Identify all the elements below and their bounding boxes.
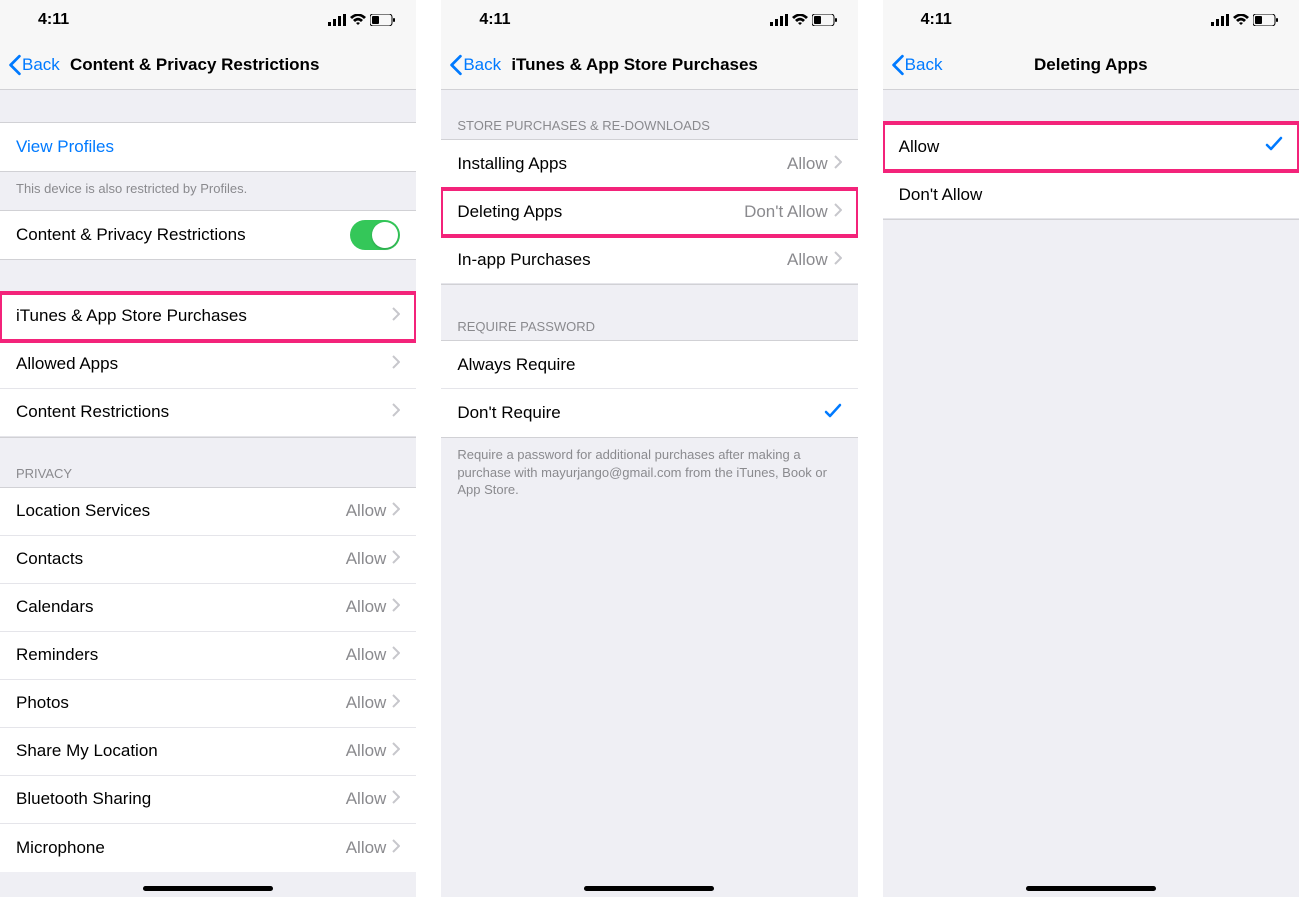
chevron-right-icon [392, 549, 400, 569]
dont-allow-row[interactable]: Don't Allow [883, 171, 1299, 219]
screen-content-privacy: 4:11 Back Content & Privacy Restrictions… [0, 0, 416, 897]
share-location-row[interactable]: Share My LocationAllow [0, 728, 416, 776]
toggle-switch-icon[interactable] [350, 220, 400, 250]
back-button[interactable]: Back [883, 54, 943, 76]
status-bar: 4:11 [441, 0, 857, 40]
screen-itunes-appstore: 4:11 Back iTunes & App Store Purchases S… [441, 0, 857, 897]
back-label: Back [22, 55, 60, 75]
require-list: Always Require Don't Require [441, 340, 857, 438]
always-require-row[interactable]: Always Require [441, 341, 857, 389]
content-area: View Profiles This device is also restri… [0, 90, 416, 897]
cellular-signal-icon [1211, 14, 1229, 26]
profiles-list: View Profiles [0, 122, 416, 172]
chevron-right-icon [834, 154, 842, 174]
privacy-list: Location ServicesAllow ContactsAllow Cal… [0, 487, 416, 872]
chevron-right-icon [392, 741, 400, 761]
allowed-apps-row[interactable]: Allowed Apps [0, 341, 416, 389]
chevron-right-icon [392, 402, 400, 422]
restrictions-toggle-row[interactable]: Content & Privacy Restrictions [0, 211, 416, 259]
installing-apps-row[interactable]: Installing AppsAllow [441, 140, 857, 188]
status-bar: 4:11 [883, 0, 1299, 40]
status-time: 4:11 [461, 11, 510, 29]
chevron-left-icon [8, 54, 22, 76]
battery-icon [812, 14, 838, 26]
main-list: iTunes & App Store Purchases Allowed App… [0, 292, 416, 438]
store-list: Installing AppsAllow Deleting AppsDon't … [441, 139, 857, 285]
content-area: Allow Don't Allow [883, 90, 1299, 897]
battery-icon [370, 14, 396, 26]
home-indicator[interactable] [584, 886, 714, 891]
chevron-right-icon [392, 838, 400, 858]
inapp-purchases-row[interactable]: In-app PurchasesAllow [441, 236, 857, 284]
chevron-right-icon [392, 306, 400, 326]
home-indicator[interactable] [1026, 886, 1156, 891]
checkmark-icon [1265, 136, 1283, 157]
chevron-right-icon [392, 693, 400, 713]
dont-require-row[interactable]: Don't Require [441, 389, 857, 437]
chevron-right-icon [834, 250, 842, 270]
toggle-list: Content & Privacy Restrictions [0, 210, 416, 260]
row-label: Content Restrictions [16, 402, 392, 422]
wifi-icon [1233, 14, 1249, 26]
contacts-row[interactable]: ContactsAllow [0, 536, 416, 584]
back-button[interactable]: Back [0, 54, 60, 76]
microphone-row[interactable]: MicrophoneAllow [0, 824, 416, 872]
allow-row[interactable]: Allow [883, 123, 1299, 171]
nav-title: Deleting Apps [883, 55, 1299, 75]
battery-icon [1253, 14, 1279, 26]
chevron-right-icon [392, 645, 400, 665]
deleting-apps-row[interactable]: Deleting AppsDon't Allow [441, 188, 857, 236]
location-services-row[interactable]: Location ServicesAllow [0, 488, 416, 536]
chevron-left-icon [449, 54, 463, 76]
back-label: Back [905, 55, 943, 75]
status-time: 4:11 [20, 11, 69, 29]
chevron-right-icon [392, 501, 400, 521]
require-header: Require Password [441, 285, 857, 340]
home-indicator[interactable] [143, 886, 273, 891]
bluetooth-sharing-row[interactable]: Bluetooth SharingAllow [0, 776, 416, 824]
status-icons [770, 14, 838, 26]
chevron-left-icon [891, 54, 905, 76]
checkmark-icon [824, 403, 842, 424]
status-icons [328, 14, 396, 26]
screen-deleting-apps: 4:11 Back Deleting Apps Allow Don't Allo… [883, 0, 1299, 897]
chevron-right-icon [392, 354, 400, 374]
row-label: iTunes & App Store Purchases [16, 306, 392, 326]
options-list: Allow Don't Allow [883, 122, 1299, 220]
itunes-appstore-row[interactable]: iTunes & App Store Purchases [0, 293, 416, 341]
reminders-row[interactable]: RemindersAllow [0, 632, 416, 680]
status-time: 4:11 [903, 11, 952, 29]
privacy-header: Privacy [0, 438, 416, 487]
status-icons [1211, 14, 1279, 26]
nav-bar: Back Content & Privacy Restrictions [0, 40, 416, 90]
wifi-icon [350, 14, 366, 26]
profiles-note: This device is also restricted by Profil… [0, 172, 416, 210]
wifi-icon [792, 14, 808, 26]
chevron-right-icon [392, 789, 400, 809]
cellular-signal-icon [328, 14, 346, 26]
view-profiles-row[interactable]: View Profiles [0, 123, 416, 171]
chevron-right-icon [834, 202, 842, 222]
status-bar: 4:11 [0, 0, 416, 40]
calendars-row[interactable]: CalendarsAllow [0, 584, 416, 632]
chevron-right-icon [392, 597, 400, 617]
back-label: Back [463, 55, 501, 75]
row-label: Allowed Apps [16, 354, 392, 374]
restrictions-toggle-label: Content & Privacy Restrictions [16, 225, 350, 245]
back-button[interactable]: Back [441, 54, 501, 76]
content-restrictions-row[interactable]: Content Restrictions [0, 389, 416, 437]
store-header: Store Purchases & Re-downloads [441, 90, 857, 139]
nav-bar: Back Deleting Apps [883, 40, 1299, 90]
nav-bar: Back iTunes & App Store Purchases [441, 40, 857, 90]
require-footer: Require a password for additional purcha… [441, 438, 857, 511]
photos-row[interactable]: PhotosAllow [0, 680, 416, 728]
view-profiles-label: View Profiles [16, 137, 400, 157]
cellular-signal-icon [770, 14, 788, 26]
content-area: Store Purchases & Re-downloads Installin… [441, 90, 857, 897]
